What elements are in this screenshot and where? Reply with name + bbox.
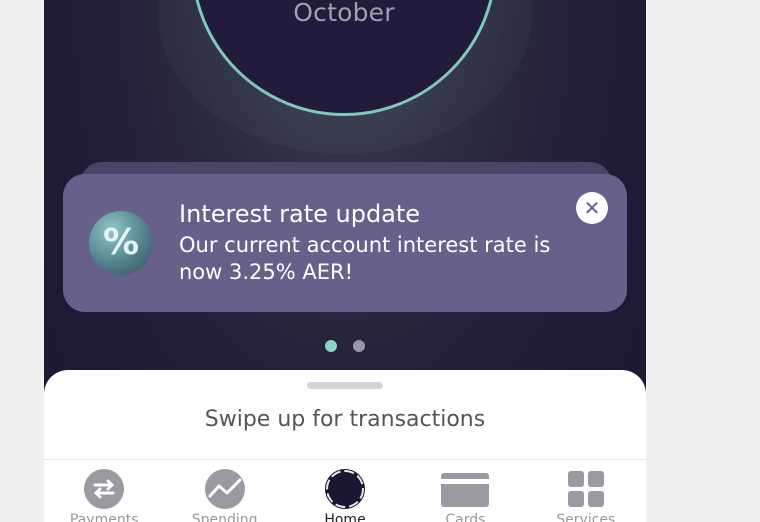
tab-label-home: Home	[324, 512, 366, 522]
tab-label-payments: Payments	[69, 512, 139, 522]
sheet-handle[interactable]	[307, 382, 383, 389]
close-icon[interactable]: ✕	[576, 192, 608, 224]
month-label: October	[293, 0, 395, 27]
tab-spending[interactable]: Spending	[164, 460, 284, 522]
percent-icon: %	[89, 211, 153, 275]
tab-cards[interactable]: Cards	[405, 460, 525, 522]
trend-line-icon	[204, 469, 245, 509]
swipe-hint: Swipe up for transactions	[204, 407, 486, 432]
tab-label-services: Services	[556, 512, 616, 522]
carousel-dots	[44, 337, 646, 352]
notification-title: Interest rate update	[179, 200, 421, 228]
grid-icon	[567, 471, 604, 507]
tab-label-cards: Cards	[445, 512, 486, 522]
tab-home[interactable]: Home	[285, 460, 405, 522]
app-screen: October % Interest rate update Our curre…	[44, 0, 646, 522]
home-ring-icon	[325, 469, 366, 509]
card-icon	[441, 473, 490, 507]
notification-body: Our current account interest rate is now…	[179, 233, 551, 284]
tab-label-spending: Spending	[191, 512, 258, 522]
tab-services[interactable]: Services	[526, 460, 646, 522]
transfer-arrows-icon	[84, 469, 125, 509]
transactions-sheet[interactable]: Swipe up for transactions Payments Spend…	[44, 370, 646, 522]
carousel-dot-2[interactable]	[353, 340, 365, 352]
notification-card[interactable]: % Interest rate update Our current accou…	[63, 174, 627, 312]
tab-bar: Payments Spending Home Cards Services	[44, 460, 646, 522]
tab-payments[interactable]: Payments	[44, 460, 164, 522]
carousel-dot-1[interactable]	[325, 340, 337, 352]
